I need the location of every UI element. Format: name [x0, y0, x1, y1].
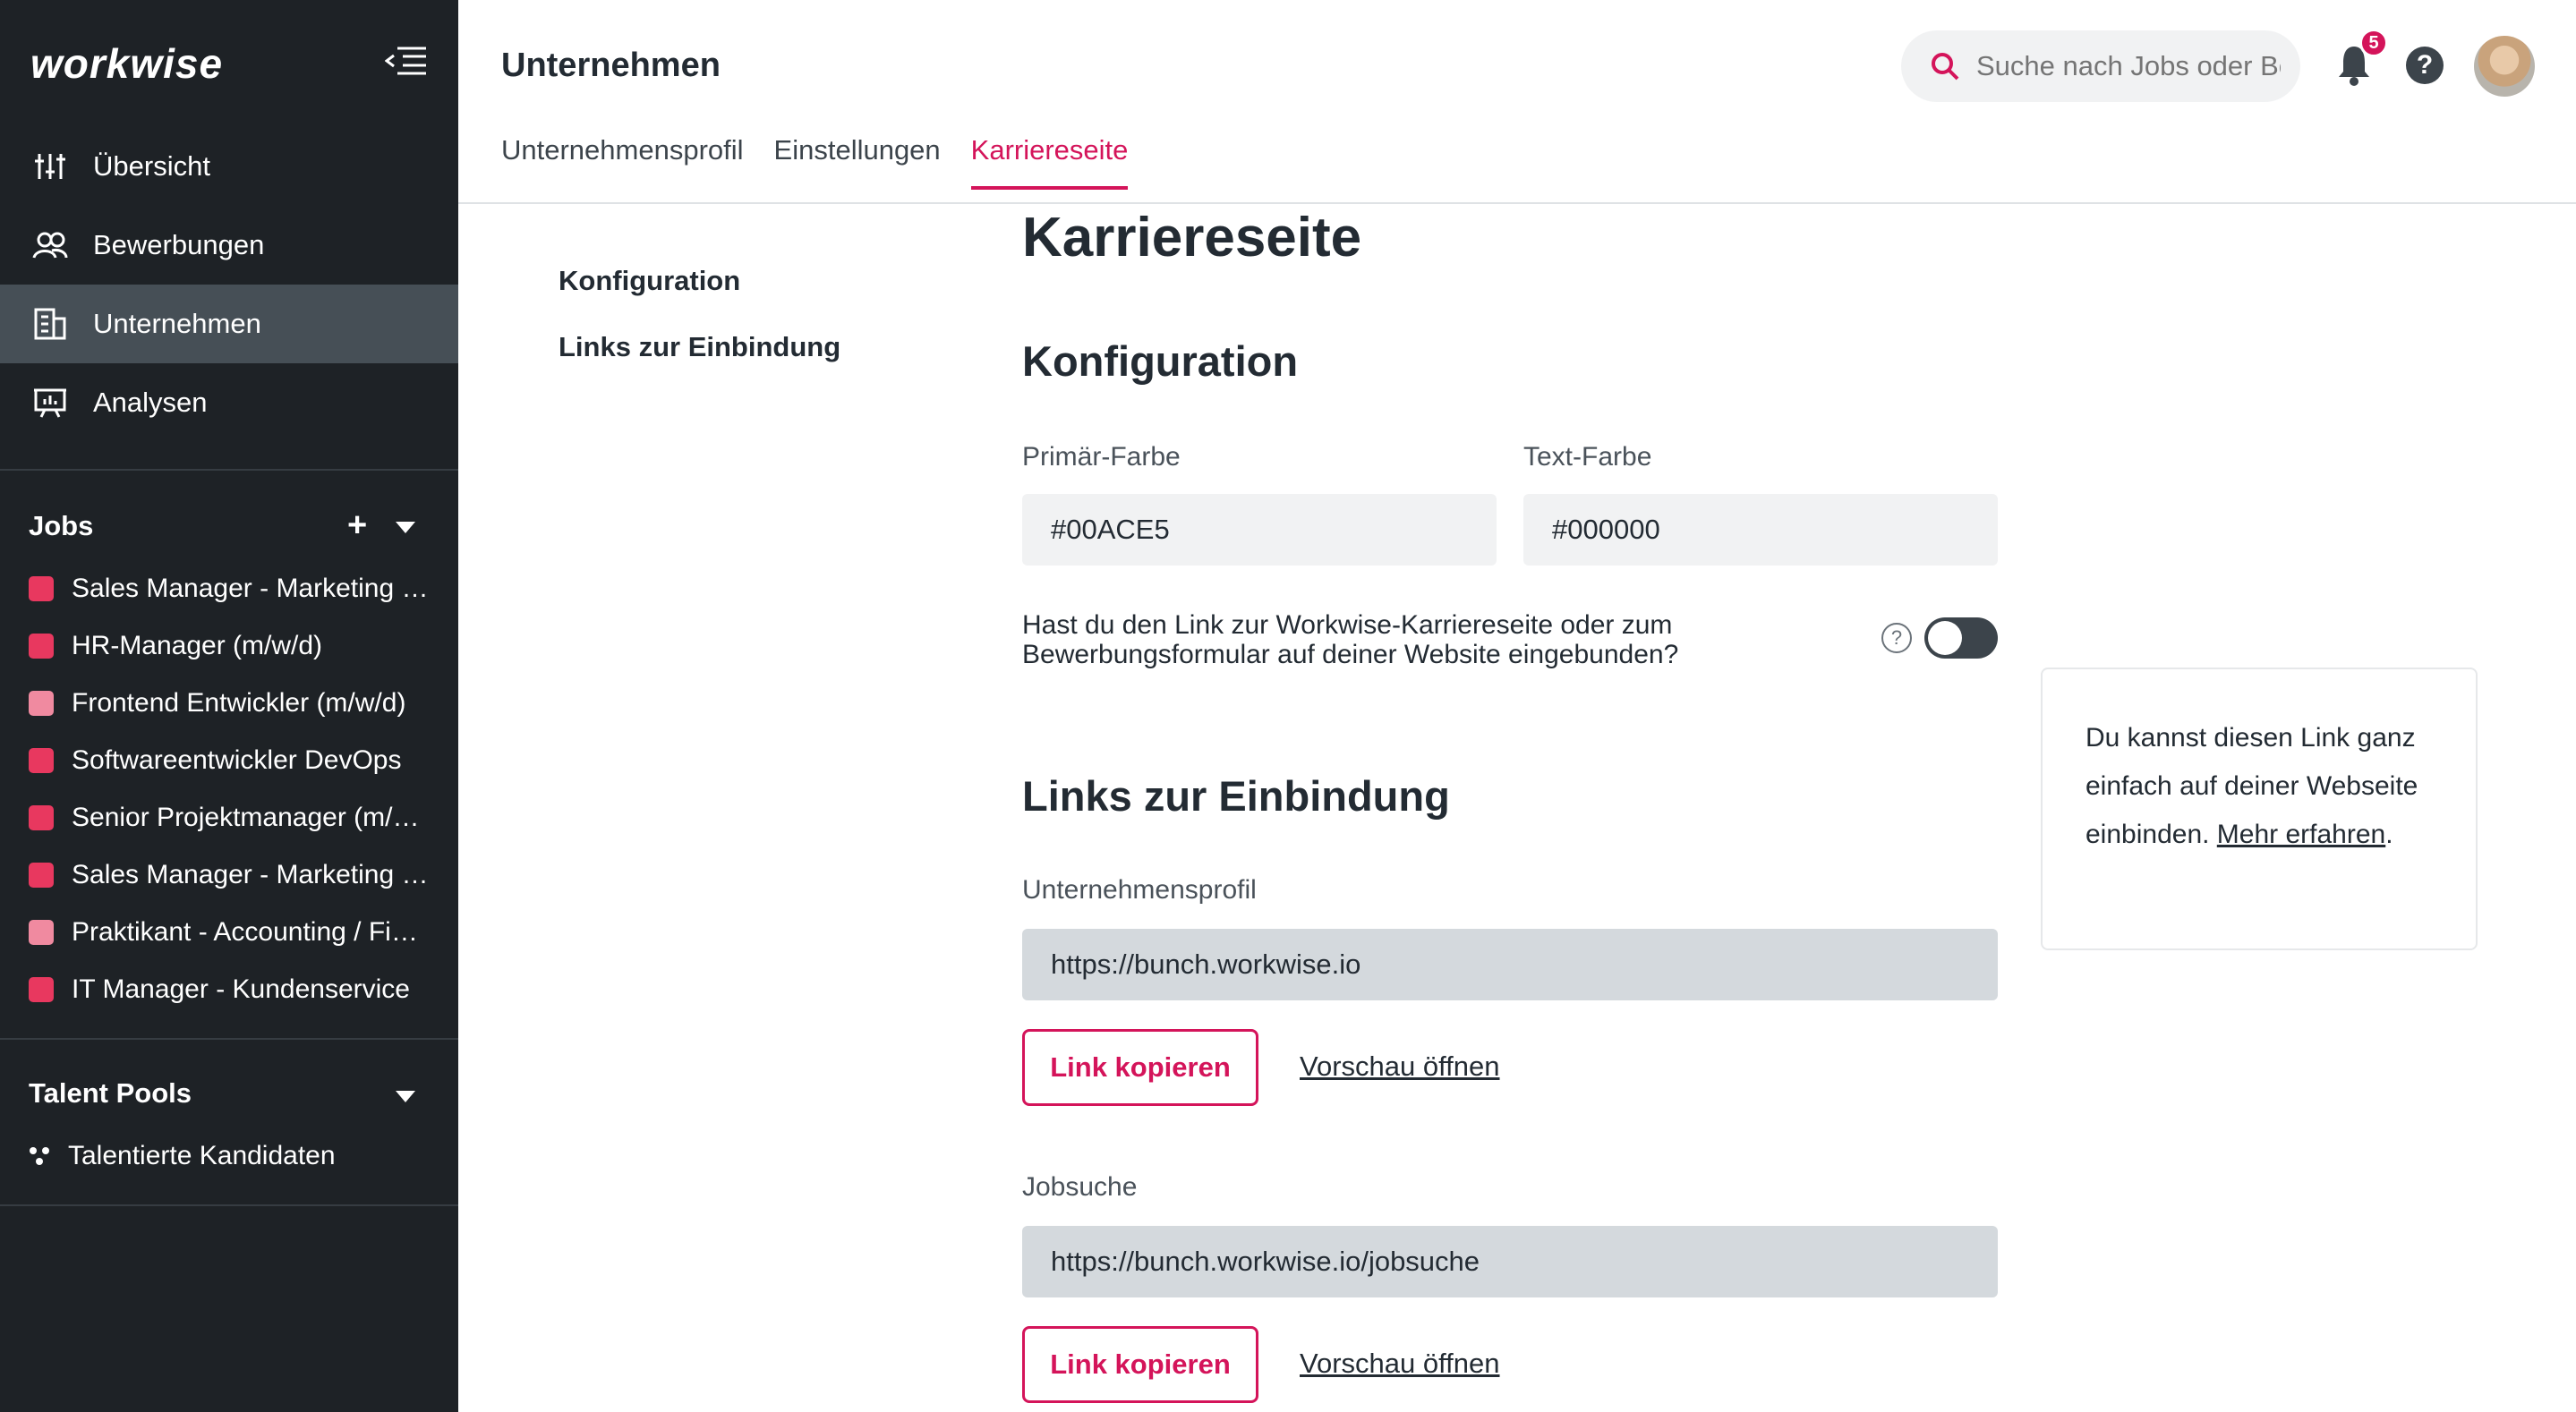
talent-pool-item[interactable]: Talentierte Kandidaten	[29, 1138, 431, 1174]
tab-unternehmensprofil[interactable]: Unternehmensprofil	[501, 134, 744, 190]
info-text-end: .	[2385, 820, 2393, 849]
avatar[interactable]	[2474, 36, 2535, 97]
chevron-down-icon[interactable]	[394, 519, 417, 535]
subnav-konfiguration[interactable]: Konfiguration	[559, 265, 740, 297]
toggle-knob	[1928, 621, 1962, 655]
page-title: Unternehmen	[501, 47, 721, 84]
text-color-label: Text-Farbe	[1523, 442, 1652, 472]
primary-color-label: Primär-Farbe	[1022, 442, 1181, 472]
nav-item-unternehmen[interactable]: Unternehmen	[0, 285, 458, 363]
nav-item-uebersicht[interactable]: Übersicht	[0, 127, 458, 206]
notification-badge: 5	[2359, 29, 2388, 57]
job-status-icon	[29, 576, 54, 601]
job-item[interactable]: Frontend Entwickler (m/w/d)	[29, 685, 431, 721]
help-icon[interactable]: ?	[2406, 47, 2444, 84]
tab-einstellungen[interactable]: Einstellungen	[774, 134, 941, 190]
job-item[interactable]: HR-Manager (m/w/d)	[29, 628, 431, 664]
sidebar: workwise Übersicht Bewerbungen Unternehm…	[0, 0, 458, 1412]
nav-label: Übersicht	[93, 150, 210, 182]
talent-pools-title: Talent Pools	[29, 1077, 192, 1109]
sidebar-divider	[0, 1038, 458, 1040]
text-color-field[interactable]: #000000	[1523, 494, 1998, 566]
sidebar-divider	[0, 1204, 458, 1206]
people-icon	[32, 232, 68, 259]
links-title: Links zur Einbindung	[1022, 772, 1450, 820]
jobs-section-title: Jobs	[29, 510, 94, 541]
job-status-icon	[29, 748, 54, 773]
job-item[interactable]: Sales Manager - Marketing / Vertrieb	[29, 857, 431, 893]
embed-toggle[interactable]	[1924, 617, 1998, 659]
sidebar-divider	[0, 469, 458, 471]
search-icon	[1932, 53, 1959, 81]
primary-color-field[interactable]: #00ACE5	[1022, 494, 1497, 566]
nav-item-bewerbungen[interactable]: Bewerbungen	[0, 206, 458, 285]
job-item[interactable]: Praktikant - Accounting / Finance	[29, 914, 431, 950]
copy-jobsuche-link-button[interactable]: Link kopieren	[1022, 1326, 1258, 1403]
job-status-icon	[29, 863, 54, 888]
collapse-sidebar-icon[interactable]	[385, 45, 428, 77]
workwise-logo[interactable]: workwise	[30, 39, 223, 88]
question-circle-icon[interactable]: ?	[1881, 623, 1912, 653]
section-title: Karriereseite	[1022, 207, 1362, 268]
job-item[interactable]: IT Manager - Kundenservice	[29, 972, 431, 1008]
config-title: Konfiguration	[1022, 337, 1299, 385]
sliders-icon	[35, 154, 65, 179]
search-bar[interactable]	[1901, 30, 2300, 102]
nav-item-analysen[interactable]: Analysen	[0, 363, 458, 442]
job-item[interactable]: Sales Manager - Marketing / Vertrieb	[29, 571, 431, 607]
nav-label: Analysen	[93, 387, 208, 418]
header-divider	[458, 202, 2576, 204]
job-status-icon	[29, 920, 54, 945]
job-status-icon	[29, 691, 54, 716]
preview-jobsuche-link[interactable]: Vorschau öffnen	[1300, 1348, 1500, 1380]
nav-label: Unternehmen	[93, 308, 261, 339]
preview-profile-link[interactable]: Vorschau öffnen	[1300, 1050, 1500, 1083]
jobsuche-url-field[interactable]: https://bunch.workwise.io/jobsuche	[1022, 1226, 1998, 1297]
jobsuche-link-label: Jobsuche	[1022, 1172, 1138, 1202]
nav-label: Bewerbungen	[93, 229, 265, 260]
presentation-chart-icon	[34, 388, 66, 418]
job-status-icon	[29, 977, 54, 1002]
building-icon	[34, 308, 66, 340]
tab-bar: Unternehmensprofil Einstellungen Karrier…	[501, 134, 1158, 190]
search-input[interactable]	[1976, 50, 2281, 82]
job-item[interactable]: Senior Projektmanager (m/w/d)	[29, 800, 431, 836]
profile-url-field[interactable]: https://bunch.workwise.io	[1022, 929, 1998, 1000]
job-status-icon	[29, 634, 54, 659]
cluster-icon	[30, 1147, 49, 1165]
job-item[interactable]: Softwareentwickler DevOps	[29, 743, 431, 778]
learn-more-link[interactable]: Mehr erfahren	[2217, 820, 2385, 849]
job-status-icon	[29, 805, 54, 830]
embed-question: Hast du den Link zur Workwise-Karrierese…	[1022, 610, 1679, 669]
info-box: Du kannst diesen Link ganz einfach auf d…	[2041, 668, 2478, 950]
add-job-icon[interactable]: +	[347, 506, 367, 545]
copy-profile-link-button[interactable]: Link kopieren	[1022, 1029, 1258, 1106]
subnav-links[interactable]: Links zur Einbindung	[559, 331, 840, 363]
chevron-down-icon[interactable]	[394, 1088, 417, 1104]
profile-link-label: Unternehmensprofil	[1022, 875, 1257, 905]
tab-karriereseite[interactable]: Karriereseite	[970, 134, 1129, 190]
